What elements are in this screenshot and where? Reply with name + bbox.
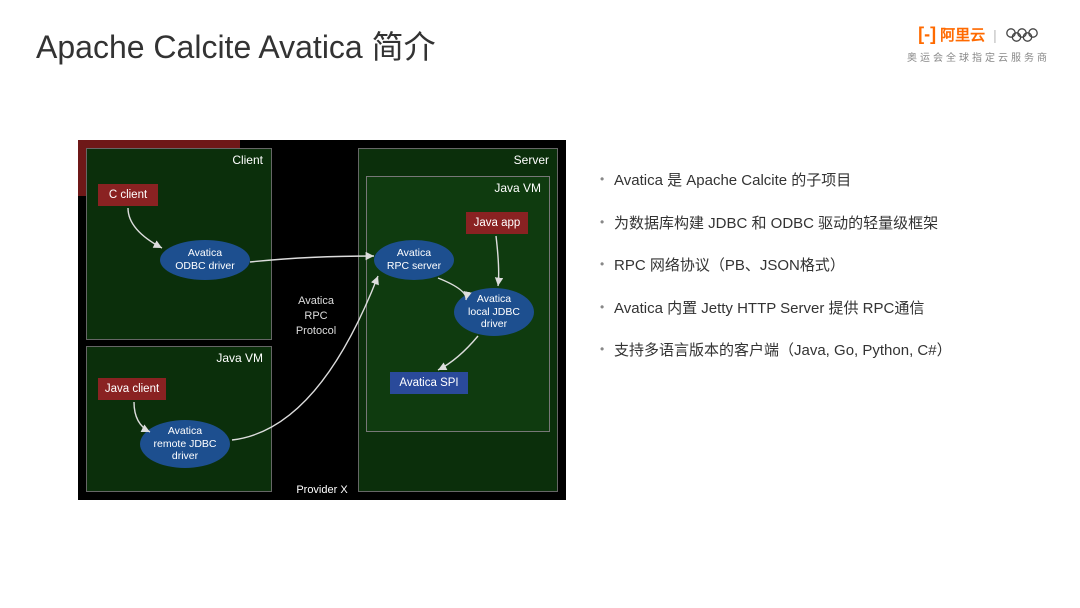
local-jdbc-node: Avaticalocal JDBCdriver bbox=[454, 288, 534, 336]
bullet-item: 为数据库构建 JDBC 和 ODBC 驱动的轻量级框架 bbox=[600, 213, 1050, 236]
olympic-rings-icon bbox=[1005, 27, 1039, 43]
bullet-item: RPC 网络协议（PB、JSON格式） bbox=[600, 255, 1050, 278]
bullet-item: Avatica 内置 Jetty HTTP Server 提供 RPC通信 bbox=[600, 298, 1050, 321]
avatica-spi-node: Avatica SPI bbox=[390, 372, 468, 394]
java-app-node: Java app bbox=[466, 212, 528, 234]
aliyun-bracket-icon: [-] bbox=[918, 24, 936, 45]
logo-divider: | bbox=[993, 27, 997, 43]
brand-logo-area: [-] 阿里云 | 奥运会全球指定云服务商 bbox=[907, 24, 1050, 64]
aliyun-logo: [-] 阿里云 bbox=[918, 24, 985, 45]
c-client-node: C client bbox=[98, 184, 158, 206]
bullet-item: 支持多语言版本的客户端（Java, Go, Python, C#） bbox=[600, 340, 1050, 363]
aliyun-brand-text: 阿里云 bbox=[940, 24, 985, 45]
java-client-node: Java client bbox=[98, 378, 166, 400]
logo-subtitle: 奥运会全球指定云服务商 bbox=[907, 49, 1050, 64]
client-javavm-box: Java VM bbox=[86, 346, 272, 492]
bullet-list: Avatica 是 Apache Calcite 的子项目 为数据库构建 JDB… bbox=[600, 170, 1050, 383]
client-javavm-label: Java VM bbox=[216, 351, 263, 365]
provider-x-label: Provider X bbox=[78, 484, 566, 496]
rpc-server-node: AvaticaRPC server bbox=[374, 240, 454, 280]
bullet-item: Avatica 是 Apache Calcite 的子项目 bbox=[600, 170, 1050, 193]
odbc-driver-node: AvaticaODBC driver bbox=[160, 240, 250, 280]
client-box-label: Client bbox=[232, 153, 263, 167]
server-box-label: Server bbox=[514, 153, 549, 167]
page-title: Apache Calcite Avatica 简介 bbox=[36, 22, 436, 68]
architecture-diagram: Client Java VM Server Java VM Provider X… bbox=[78, 140, 566, 500]
server-javavm-label: Java VM bbox=[494, 181, 541, 195]
remote-jdbc-node: Avaticaremote JDBCdriver bbox=[140, 420, 230, 468]
rpc-protocol-label: AvaticaRPCProtocol bbox=[288, 294, 344, 339]
